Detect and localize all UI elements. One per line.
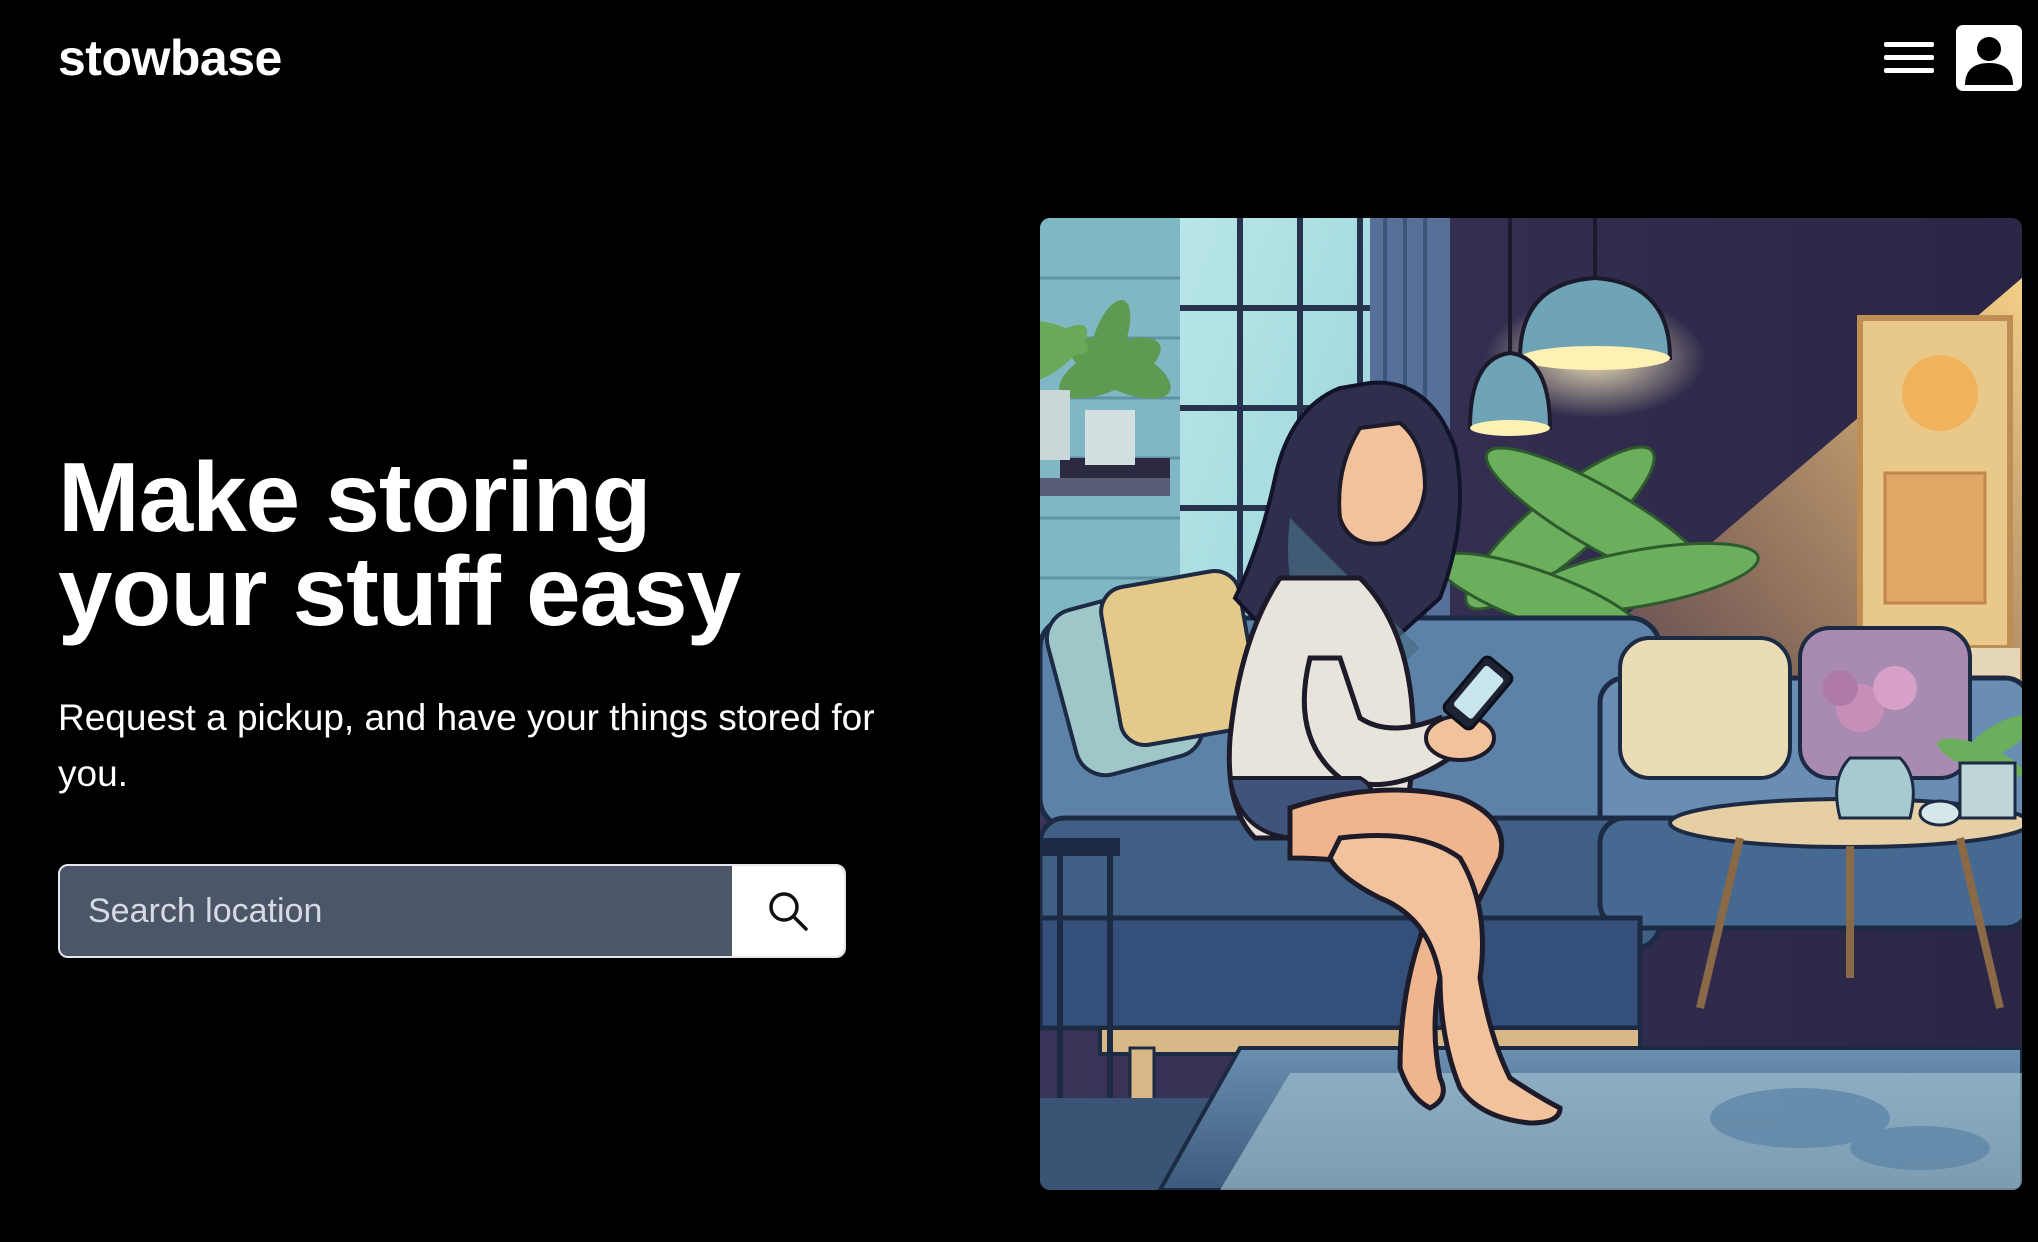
site-logo[interactable]: stowbase (58, 28, 282, 88)
hero-title-line-2: your stuff easy (58, 536, 741, 646)
user-account-icon (1965, 37, 2013, 85)
search-button[interactable] (732, 866, 844, 956)
hero-subtitle: Request a pickup, and have your things s… (58, 697, 875, 794)
menu-button[interactable] (1884, 38, 1934, 78)
user-account-button[interactable] (1956, 25, 2022, 91)
location-search-form (58, 864, 846, 958)
woman-on-sofa-illustration (1040, 218, 2022, 1190)
hamburger-menu-icon (1884, 42, 1934, 73)
hero-title: Make storing your stuff easy (58, 442, 958, 646)
landing-page: stowbase Make storing your stuff easy Re… (0, 0, 2038, 1242)
hero-title-line-1: Make storing (58, 442, 651, 552)
hero-illustration (1040, 218, 2022, 1190)
search-location-input[interactable] (60, 866, 732, 956)
search-icon (769, 892, 808, 931)
